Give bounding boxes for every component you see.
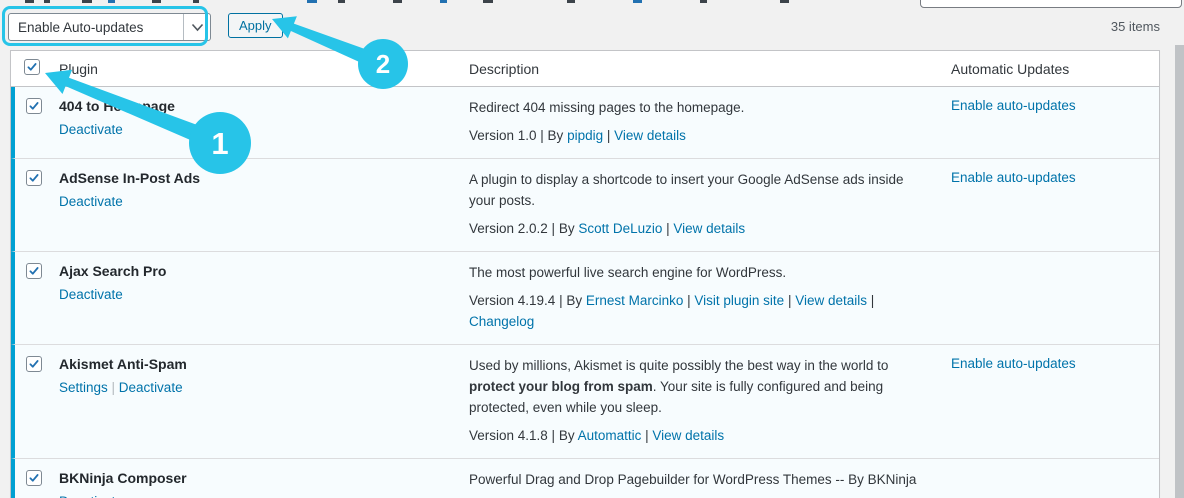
enable-auto-updates-link[interactable]: Enable auto-updates xyxy=(951,356,1076,371)
plugin-checkbox[interactable] xyxy=(26,470,42,486)
plugin-meta-text: Version 4.1.8 | By xyxy=(469,428,578,443)
plugins-admin-screen: Enable Auto-updates Apply 35 items Plugi… xyxy=(0,0,1184,498)
items-count: 35 items xyxy=(1110,19,1160,34)
plugin-row-actions: Deactivate xyxy=(59,193,455,211)
plugin-meta-text: Version 2.0.2 | By xyxy=(469,221,579,236)
plugin-name: BKNinja Composer xyxy=(59,470,187,486)
plugin-action-link[interactable]: Deactivate xyxy=(59,494,123,498)
column-header-description: Description xyxy=(469,60,540,77)
plugin-row-actions: Deactivate xyxy=(59,286,455,304)
column-header-automatic-updates: Automatic Updates xyxy=(951,60,1070,77)
clipped-text-fragment xyxy=(152,0,161,3)
separator: | xyxy=(107,380,119,395)
column-header-plugin: Plugin xyxy=(59,60,98,77)
clipped-text-fragment xyxy=(108,0,115,3)
plugin-checkbox[interactable] xyxy=(26,98,42,114)
clipped-text-fragment xyxy=(700,0,707,3)
plugin-meta-text: Version 1.0 | By xyxy=(469,128,568,143)
plugin-meta-text: | xyxy=(641,428,653,443)
plugin-meta: Version 2.0.2 | By Scott DeLuzio | View … xyxy=(469,218,931,239)
clipped-text-fragment xyxy=(483,0,493,3)
clipped-text-fragment xyxy=(25,0,34,3)
plugin-meta-text: | xyxy=(867,293,875,308)
clipped-text-fragment xyxy=(567,0,575,3)
plugin-meta-link[interactable]: Ernest Marcinko xyxy=(586,293,684,308)
clipped-text-fragment xyxy=(780,0,789,3)
plugin-description: Powerful Drag and Drop Pagebuilder for W… xyxy=(469,472,917,487)
plugin-meta-link[interactable]: Changelog xyxy=(469,314,534,329)
plugin-meta: Version 4.1.8 | By Automattic | View det… xyxy=(469,425,931,446)
select-all-checkbox[interactable] xyxy=(24,59,40,75)
clipped-text-fragment xyxy=(82,0,92,3)
plugin-meta: Version 1.0 | By pipdig | View details xyxy=(469,125,931,146)
plugins-table: Plugin Description Automatic Updates 404… xyxy=(10,50,1160,498)
check-icon xyxy=(29,102,39,110)
plugin-description: A plugin to display a shortcode to inser… xyxy=(469,172,904,208)
plugin-meta-link[interactable]: Automattic xyxy=(578,428,642,443)
plugin-row-actions: Deactivate xyxy=(59,493,455,498)
plugin-meta-text: | xyxy=(662,221,674,236)
table-header-row: Plugin Description Automatic Updates xyxy=(11,51,1159,87)
plugin-checkbox[interactable] xyxy=(26,170,42,186)
plugin-name: AdSense In-Post Ads xyxy=(59,170,201,186)
search-input[interactable] xyxy=(920,0,1182,8)
plugin-meta-text: | xyxy=(603,128,615,143)
plugin-action-link[interactable]: Deactivate xyxy=(59,122,123,137)
plugin-meta-text: Version 4.19.4 | By xyxy=(469,293,586,308)
bulk-action-selected-option: Enable Auto-updates xyxy=(18,19,144,35)
plugin-meta-link[interactable]: Scott DeLuzio xyxy=(578,221,662,236)
plugin-row: 404 to Homepage Deactivate Redirect 404 mi… xyxy=(11,87,1159,158)
vertical-scrollbar[interactable] xyxy=(1175,45,1184,498)
apply-button[interactable]: Apply xyxy=(228,13,283,38)
check-icon xyxy=(29,174,39,182)
plugin-meta-link[interactable]: pipdig xyxy=(567,128,603,143)
plugin-row: Akismet Anti-Spam Settings | Deactivate Us… xyxy=(11,344,1159,458)
clipped-text-fragment xyxy=(307,0,317,3)
plugin-meta-link[interactable]: View details xyxy=(614,128,686,143)
plugin-name: 404 to Homepage xyxy=(59,98,175,114)
plugin-meta-text: | xyxy=(784,293,796,308)
plugin-meta-link[interactable]: View details xyxy=(673,221,745,236)
check-icon xyxy=(27,63,37,71)
check-icon xyxy=(29,474,39,482)
check-icon xyxy=(29,360,39,368)
clipped-text-fragment xyxy=(393,0,402,3)
check-icon xyxy=(29,267,39,275)
plugin-row: AdSense In-Post Ads Deactivate A plugin to… xyxy=(11,158,1159,251)
plugin-checkbox[interactable] xyxy=(26,263,42,279)
plugin-description: Redirect 404 missing pages to the homepa… xyxy=(469,100,745,115)
plugin-action-link[interactable]: Deactivate xyxy=(119,380,183,395)
plugin-action-link[interactable]: Settings xyxy=(59,380,108,395)
plugin-meta: Version 4.19.4 | By Ernest Marcinko | Vi… xyxy=(469,290,931,332)
chevron-down-icon xyxy=(183,14,210,40)
clipped-text-fragment xyxy=(440,0,447,3)
plugin-row-actions: Settings | Deactivate xyxy=(59,379,455,397)
plugin-row: Ajax Search Pro Deactivate The most powerf… xyxy=(11,251,1159,344)
plugin-row: BKNinja Composer Deactivate Powerful Drag … xyxy=(11,458,1159,498)
clipped-text-fragment xyxy=(633,0,642,3)
plugins-table-body: 404 to Homepage Deactivate Redirect 404 mi… xyxy=(11,87,1159,498)
plugin-action-link[interactable]: Deactivate xyxy=(59,287,123,302)
enable-auto-updates-link[interactable]: Enable auto-updates xyxy=(951,98,1076,113)
bulk-action-select[interactable]: Enable Auto-updates xyxy=(8,13,211,41)
plugin-description: The most powerful live search engine for… xyxy=(469,265,787,280)
plugin-meta-link[interactable]: Visit plugin site xyxy=(694,293,784,308)
plugin-meta-text: | xyxy=(683,293,695,308)
plugin-meta-link[interactable]: View details xyxy=(652,428,724,443)
clipped-text-fragment xyxy=(193,0,199,3)
plugin-checkbox[interactable] xyxy=(26,356,42,372)
plugin-description: Used by millions, Akismet is quite possi… xyxy=(469,358,889,415)
plugin-meta-link[interactable]: View details xyxy=(795,293,867,308)
plugin-name: Ajax Search Pro xyxy=(59,263,167,279)
clipped-text-fragment xyxy=(338,0,345,3)
enable-auto-updates-link[interactable]: Enable auto-updates xyxy=(951,170,1076,185)
clipped-text-fragment xyxy=(44,0,50,3)
plugin-name: Akismet Anti-Spam xyxy=(59,356,187,372)
plugin-row-actions: Deactivate xyxy=(59,121,455,139)
plugin-action-link[interactable]: Deactivate xyxy=(59,194,123,209)
